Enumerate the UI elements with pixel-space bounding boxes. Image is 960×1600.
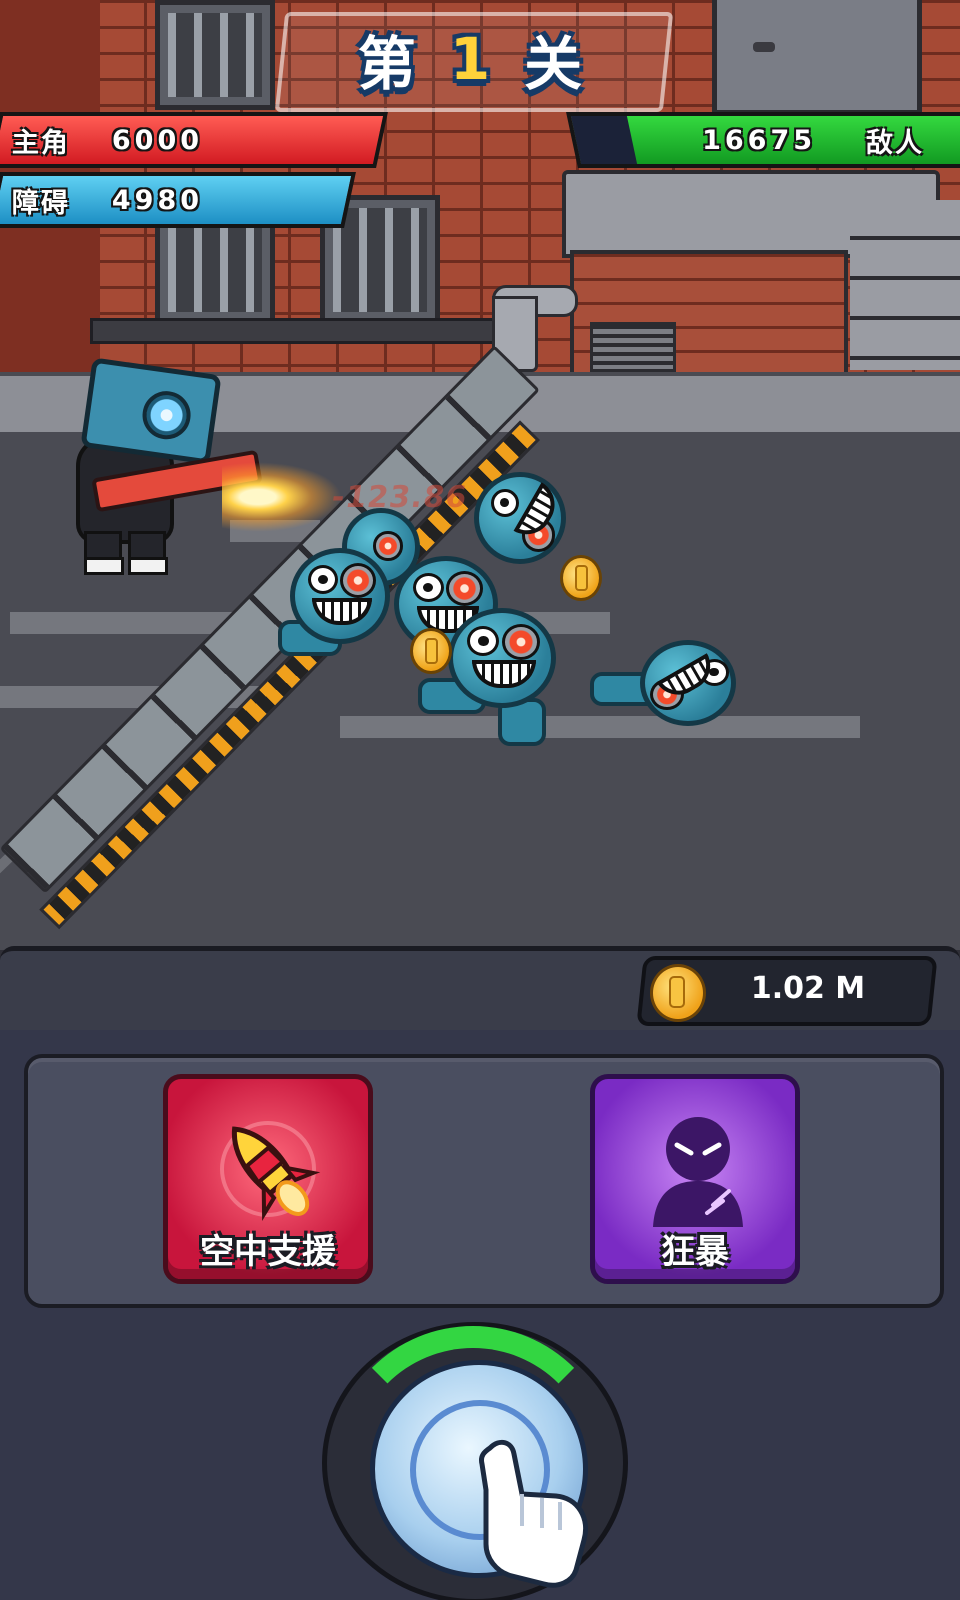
enemy-health-bar: 16675 敌人	[566, 112, 960, 168]
player-health-bar: 主角 6000	[0, 112, 388, 168]
level-suffix: 关	[524, 30, 583, 98]
building-window	[155, 0, 275, 110]
robot-enemy	[278, 548, 390, 656]
muzzle-flash-icon	[222, 462, 342, 532]
air-support-skill-label: 空中支援	[200, 1232, 336, 1272]
building-door	[712, 0, 922, 115]
currency-amount: 1.02 M	[750, 971, 866, 1006]
rage-skill-label: 狂暴	[661, 1232, 729, 1272]
gold-coin-icon	[410, 628, 452, 674]
skills-tray	[24, 1054, 944, 1308]
level-prefix: 第	[357, 30, 416, 98]
enemy-health-label: 敌人	[865, 127, 924, 159]
rocket-icon	[220, 1121, 321, 1222]
wall-vent	[590, 322, 676, 372]
gold-coin-icon	[650, 964, 706, 1022]
obstacle-health-value: 4980	[112, 184, 204, 216]
floating-damage-number: -123.86	[329, 480, 470, 515]
player-health-label: 主角	[12, 127, 70, 159]
obstacle-health-bar: 障碍 4980	[0, 172, 356, 228]
window-ledge	[90, 318, 496, 344]
stairs	[850, 200, 960, 370]
player-hero	[48, 357, 263, 575]
rage-skill-button[interactable]: 狂暴	[590, 1074, 800, 1284]
obstacle-health-label: 障碍	[12, 187, 70, 219]
camera-head-icon	[80, 357, 222, 465]
rage-silhouette-icon	[653, 1117, 743, 1227]
crosswalk-stripe	[340, 716, 860, 738]
game-screen: -123.86 第 1 关 主角 6000 障碍 4980 16675 敌人 1…	[0, 0, 960, 1600]
robot-enemy	[474, 472, 566, 564]
tap-hand-icon	[479, 1439, 588, 1588]
gold-coin-icon	[560, 555, 602, 601]
robot-enemy	[590, 640, 736, 726]
battle-scene: -123.86 第 1 关 主角 6000 障碍 4980 16675 敌人	[0, 0, 960, 950]
level-title: 第 1 关	[300, 14, 640, 104]
robot-enemy	[418, 608, 556, 746]
air-support-skill-button[interactable]: 空中支援	[163, 1074, 373, 1284]
enemy-health-value: 16675	[702, 124, 816, 156]
level-number: 1	[449, 25, 491, 93]
player-health-value: 6000	[112, 124, 204, 156]
